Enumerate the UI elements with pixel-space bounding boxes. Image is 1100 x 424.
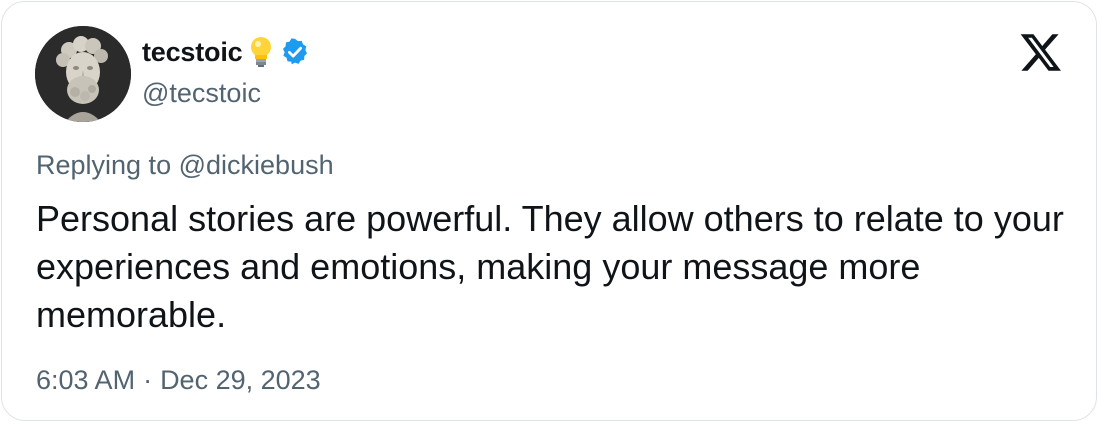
timestamp[interactable]: 6:03 AM · Dec 29, 2023 (36, 365, 321, 396)
display-name[interactable]: tecstoic (142, 37, 243, 68)
tweet-text: Personal stories are powerful. They allo… (36, 198, 1064, 335)
tweet-time: 6:03 AM (36, 365, 136, 395)
replying-prefix: Replying to (36, 150, 172, 180)
author-handle[interactable]: @tecstoic (142, 78, 261, 109)
x-logo-icon[interactable] (1019, 30, 1063, 74)
meta-separator: · (143, 365, 153, 395)
tweet-date: Dec 29, 2023 (160, 365, 321, 395)
verified-badge-icon[interactable] (280, 37, 310, 67)
replying-to: Replying to @dickiebush (36, 150, 334, 181)
tweet-card: tecstoic @tecstoic Replying to @dickiebu… (1, 1, 1097, 421)
light-bulb-icon (250, 36, 272, 68)
reply-mention-link[interactable]: @dickiebush (179, 150, 334, 180)
author-name-row: tecstoic (142, 32, 310, 72)
bust-avatar-icon (35, 26, 131, 122)
avatar[interactable] (35, 26, 131, 122)
